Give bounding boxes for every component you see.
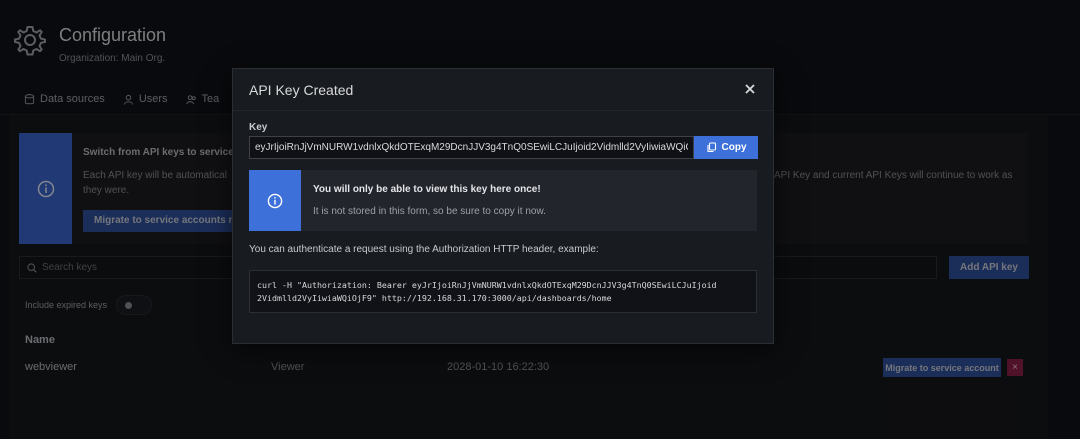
copy-label: Copy [721,142,747,153]
modal-divider [233,110,773,111]
alert-text: It is not stored in this form, so be sur… [313,206,546,217]
api-key-field[interactable] [249,136,694,159]
info-icon [267,193,283,208]
view-once-alert: You will only be able to view this key h… [249,170,757,231]
alert-title: You will only be able to view this key h… [313,184,541,195]
close-icon[interactable] [742,81,758,97]
api-key-created-modal: API Key Created Key Copy You will only b… [232,68,774,344]
curl-example-code[interactable]: curl -H "Authorization: Bearer eyJrIjoiR… [249,270,757,313]
alert-icon-strip [249,170,301,231]
copy-icon [706,142,716,153]
copy-button[interactable]: Copy [694,136,758,159]
key-label: Key [249,122,268,133]
modal-title: API Key Created [249,82,354,98]
auth-instructions: You can authenticate a request using the… [249,244,599,255]
